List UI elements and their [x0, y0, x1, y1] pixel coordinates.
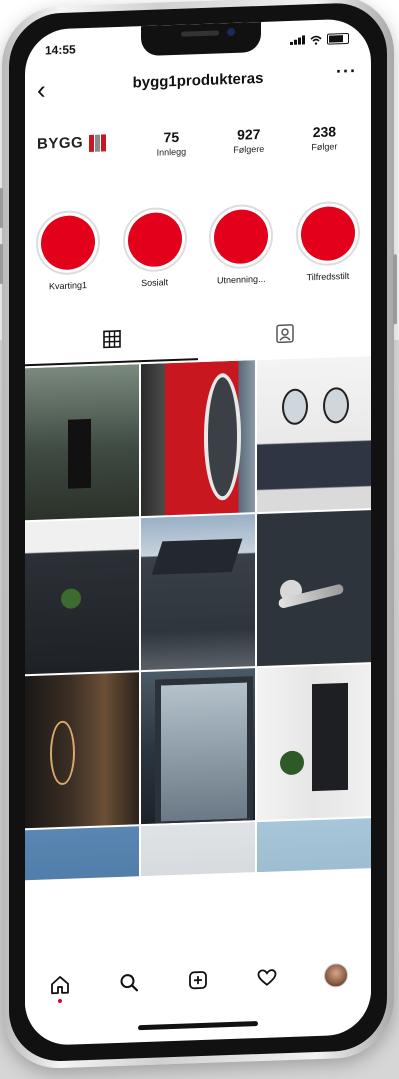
- stat-posts[interactable]: 75 Innlegg: [157, 129, 187, 158]
- tagged-icon: [275, 324, 294, 344]
- post-thumbnail[interactable]: [257, 356, 371, 513]
- post-thumbnail[interactable]: [25, 518, 139, 675]
- stat-value: 75: [163, 128, 180, 146]
- highlight-label: Sosialt: [141, 277, 169, 289]
- phone-frame: 14:55 ‹ bygg1produkteras ··· BYGG 75 Inn…: [0, 0, 397, 1071]
- highlight-item[interactable]: Kvarting1: [33, 209, 103, 311]
- bottom-navigation: [25, 950, 371, 1011]
- post-thumbnail[interactable]: [25, 672, 139, 829]
- highlight-cover: [127, 211, 182, 268]
- post-thumbnail[interactable]: [141, 822, 255, 881]
- nav-home[interactable]: [40, 964, 80, 1005]
- search-icon: [120, 974, 138, 992]
- profile-stats: 75 Innlegg 927 Følgere 238 Følger: [133, 122, 361, 158]
- highlight-ring: [122, 206, 187, 273]
- post-thumbnail[interactable]: [141, 668, 255, 825]
- highlight-item[interactable]: Tilfredsstilt: [293, 200, 363, 302]
- posts-grid: [25, 356, 371, 881]
- stat-label: Følgere: [233, 143, 265, 155]
- tab-tagged[interactable]: [198, 308, 371, 358]
- nav-profile[interactable]: [316, 955, 356, 996]
- status-bar: 14:55: [45, 29, 349, 60]
- volume-up-button: [0, 187, 3, 229]
- profile-logo[interactable]: BYGG: [37, 133, 117, 182]
- profile-summary: BYGG 75 Innlegg 927 Følgere 238 Følger: [37, 116, 361, 197]
- profile-header: ‹ bygg1produkteras ···: [25, 56, 371, 108]
- home-icon: [50, 976, 69, 995]
- active-indicator: [57, 998, 62, 1004]
- volume-down-button: [0, 243, 3, 285]
- nav-activity[interactable]: [247, 957, 287, 998]
- post-thumbnail[interactable]: [25, 826, 139, 881]
- more-options-icon[interactable]: ···: [336, 61, 357, 83]
- highlight-ring: [295, 200, 360, 267]
- signal-icon: [290, 35, 305, 45]
- nav-search[interactable]: [109, 962, 149, 1003]
- post-thumbnail[interactable]: [141, 514, 255, 671]
- status-icons: [290, 32, 349, 46]
- post-thumbnail[interactable]: [141, 360, 255, 517]
- highlight-item[interactable]: Utnenning...: [206, 203, 276, 305]
- nav-new-post[interactable]: [178, 959, 218, 1000]
- status-time: 14:55: [45, 42, 76, 58]
- wifi-icon: [310, 35, 322, 45]
- profile-avatar-icon: [324, 962, 349, 988]
- tab-posts-grid[interactable]: [25, 314, 198, 367]
- highlight-label: Kvarting1: [48, 280, 88, 292]
- stat-value: 927: [237, 125, 261, 143]
- highlight-ring: [209, 203, 274, 270]
- stat-value: 238: [312, 123, 337, 141]
- phone-screen: 14:55 ‹ bygg1produkteras ··· BYGG 75 Inn…: [25, 18, 371, 1047]
- stat-following[interactable]: 238 Følger: [311, 123, 337, 152]
- post-thumbnail[interactable]: [25, 364, 139, 521]
- highlight-cover: [214, 208, 269, 265]
- post-thumbnail[interactable]: [257, 818, 371, 881]
- highlight-cover: [300, 205, 355, 262]
- highlight-ring: [36, 209, 100, 276]
- home-indicator[interactable]: [138, 1021, 258, 1031]
- stat-label: Innlegg: [156, 146, 187, 158]
- profile-username: bygg1produkteras: [132, 69, 264, 92]
- logo-bars: [89, 134, 106, 152]
- story-highlights: Kvarting1 Sosialt Utnenning... Tilfredss…: [33, 200, 363, 312]
- highlight-label: Tilfredsstilt: [306, 270, 350, 283]
- stat-followers[interactable]: 927 Følgere: [233, 126, 264, 155]
- post-thumbnail[interactable]: [257, 510, 371, 667]
- power-button: [393, 254, 397, 325]
- highlight-label: Utnenning...: [217, 273, 266, 286]
- add-post-icon: [189, 971, 207, 990]
- post-thumbnail[interactable]: [257, 664, 371, 821]
- heart-icon: [257, 969, 277, 986]
- highlight-item[interactable]: Sosialt: [120, 206, 190, 308]
- phone-bezel: 14:55 ‹ bygg1produkteras ··· BYGG 75 Inn…: [9, 1, 387, 1063]
- stat-label: Følger: [311, 141, 338, 153]
- grid-icon: [102, 330, 121, 349]
- battery-icon: [327, 32, 349, 45]
- highlight-cover: [41, 214, 95, 271]
